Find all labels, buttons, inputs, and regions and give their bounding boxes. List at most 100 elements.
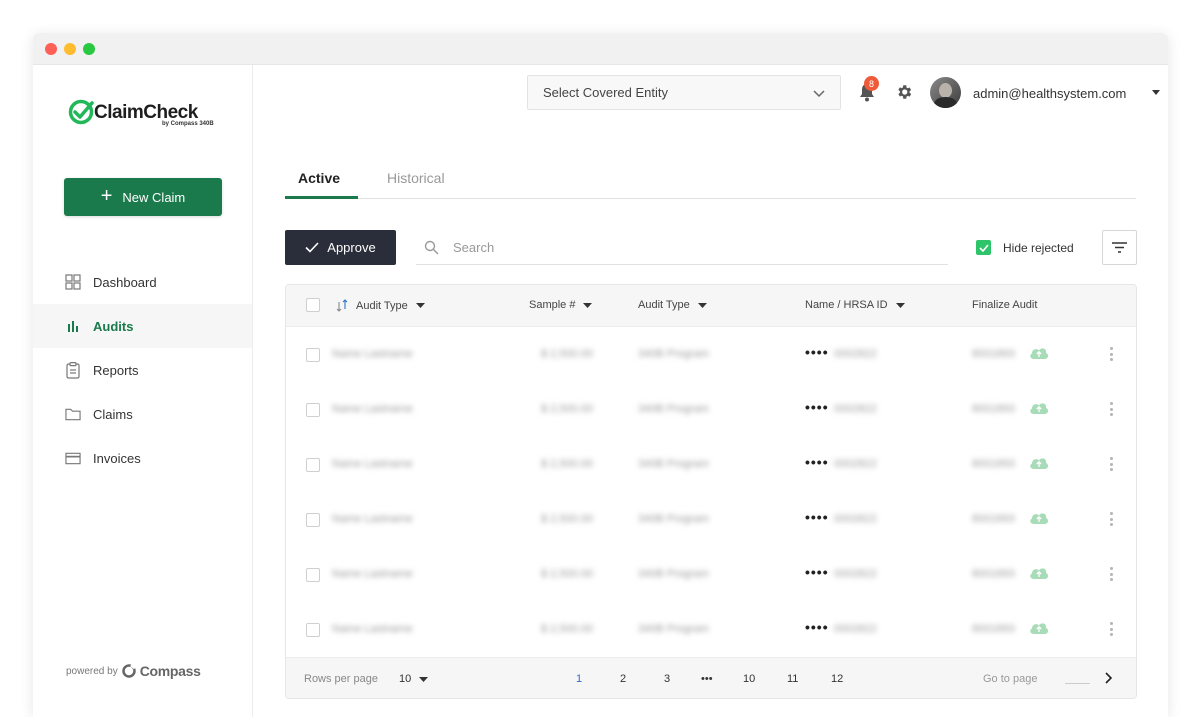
table-row[interactable]: Name Lastname $ 2,500.00 340B Program ••… (286, 327, 1136, 382)
column-audit-type[interactable]: Audit Type (336, 299, 425, 312)
hide-rejected-checkbox[interactable] (976, 240, 991, 255)
title-bar (33, 33, 1168, 65)
row-name: Name Lastname (332, 513, 413, 525)
rows-per-page-select[interactable]: 10 (399, 673, 429, 685)
row-checkbox[interactable] (306, 623, 320, 637)
clipboard-icon (65, 361, 81, 379)
caret-down-icon (895, 302, 905, 308)
tab-historical[interactable]: Historical (387, 170, 445, 186)
row-masked-name: •••• (805, 509, 829, 525)
go-to-page-input[interactable] (1065, 683, 1090, 684)
table-row[interactable]: Name Lastname $ 2,500.00 340B Program ••… (286, 437, 1136, 492)
table-row[interactable]: Name Lastname $ 2,500.00 340B Program ••… (286, 492, 1136, 547)
caret-down-icon (583, 302, 593, 308)
go-to-page-label: Go to page (983, 673, 1038, 685)
cloud-upload-icon[interactable] (1029, 511, 1049, 525)
page-button-3[interactable]: 3 (664, 673, 670, 685)
powered-by-footer: powered by Compass (66, 663, 201, 679)
row-more-menu[interactable] (1108, 402, 1114, 416)
row-hrsa-id: 0002822 (834, 348, 877, 360)
maximize-window-button[interactable] (83, 43, 95, 55)
caret-down-icon (697, 302, 707, 308)
row-more-menu[interactable] (1108, 347, 1114, 361)
close-window-button[interactable] (45, 43, 57, 55)
row-amount: $ 2,500.00 (541, 348, 593, 360)
row-checkbox[interactable] (306, 568, 320, 582)
table-row[interactable]: Name Lastname $ 2,500.00 340B Program ••… (286, 547, 1136, 602)
caret-down-icon (419, 676, 429, 682)
cloud-upload-icon[interactable] (1029, 566, 1049, 580)
row-audit-id: 8001893 (972, 513, 1015, 525)
row-amount: $ 2,500.00 (541, 513, 593, 525)
row-masked-name: •••• (805, 619, 829, 635)
chevron-down-icon (813, 90, 825, 98)
approve-button[interactable]: Approve (285, 230, 396, 265)
row-checkbox[interactable] (306, 458, 320, 472)
page-button-2[interactable]: 2 (620, 673, 626, 685)
caret-down-icon[interactable] (1151, 90, 1161, 96)
row-audit-id: 8001893 (972, 458, 1015, 470)
sidebar-item-reports[interactable]: Reports (33, 348, 252, 392)
tab-active[interactable]: Active (298, 170, 340, 186)
table-pagination: Rows per page 10 1 2 3 ••• 10 11 12 Go t… (286, 657, 1136, 698)
row-hrsa-id: 0002822 (834, 458, 877, 470)
page-button-10[interactable]: 10 (743, 673, 755, 685)
sidebar-item-invoices[interactable]: Invoices (33, 436, 252, 480)
row-name: Name Lastname (332, 348, 413, 360)
row-program: 340B Program (638, 403, 709, 415)
cloud-upload-icon[interactable] (1029, 346, 1049, 360)
row-more-menu[interactable] (1108, 512, 1114, 526)
page-button-12[interactable]: 12 (831, 673, 843, 685)
gear-icon[interactable] (895, 83, 913, 101)
app-window: ClaimCheck by Compass 340B + New Claim D… (33, 33, 1168, 717)
row-program: 340B Program (638, 623, 709, 635)
row-name: Name Lastname (332, 458, 413, 470)
row-more-menu[interactable] (1108, 622, 1114, 636)
row-more-menu[interactable] (1108, 457, 1114, 471)
cloud-upload-icon[interactable] (1029, 401, 1049, 415)
row-program: 340B Program (638, 458, 709, 470)
row-checkbox[interactable] (306, 348, 320, 362)
row-audit-id: 8001893 (972, 348, 1015, 360)
chevron-right-icon[interactable] (1103, 671, 1113, 685)
row-amount: $ 2,500.00 (541, 623, 593, 635)
table-row[interactable]: Name Lastname $ 2,500.00 340B Program ••… (286, 382, 1136, 437)
new-claim-button[interactable]: + New Claim (64, 178, 222, 216)
search-input[interactable]: Search (416, 230, 948, 265)
folder-icon (65, 406, 81, 422)
hide-rejected-label: Hide rejected (1003, 240, 1074, 255)
row-checkbox[interactable] (306, 403, 320, 417)
sidebar-item-dashboard[interactable]: Dashboard (33, 260, 252, 304)
sidebar-item-audits[interactable]: Audits (33, 304, 252, 348)
row-name: Name Lastname (332, 568, 413, 580)
cloud-upload-icon[interactable] (1029, 456, 1049, 470)
page-button-1[interactable]: 1 (576, 673, 582, 685)
claimcheck-logo[interactable]: ClaimCheck by Compass 340B (68, 99, 228, 129)
row-checkbox[interactable] (306, 513, 320, 527)
grid-icon (65, 274, 81, 290)
sidebar-item-label: Audits (93, 318, 134, 334)
select-all-checkbox[interactable] (306, 298, 320, 312)
hide-rejected-toggle[interactable]: Hide rejected (976, 240, 1074, 255)
column-name-hrsa[interactable]: Name / HRSA ID (805, 299, 905, 311)
covered-entity-select[interactable]: Select Covered Entity (527, 75, 841, 110)
minimize-window-button[interactable] (64, 43, 76, 55)
filter-button[interactable] (1102, 230, 1137, 265)
logo-subtext: by Compass 340B (162, 121, 214, 127)
sidebar-item-claims[interactable]: Claims (33, 392, 252, 436)
page-button-11[interactable]: 11 (787, 673, 798, 685)
page-ellipsis[interactable]: ••• (701, 673, 713, 685)
user-avatar[interactable] (930, 77, 961, 108)
search-placeholder: Search (453, 240, 495, 255)
row-amount: $ 2,500.00 (541, 568, 593, 580)
table-row[interactable]: Name Lastname $ 2,500.00 340B Program ••… (286, 602, 1136, 657)
row-more-menu[interactable] (1108, 567, 1114, 581)
column-sample[interactable]: Sample # (529, 299, 593, 311)
row-masked-name: •••• (805, 399, 829, 415)
row-name: Name Lastname (332, 403, 413, 415)
cloud-upload-icon[interactable] (1029, 621, 1049, 635)
column-audit-type-2[interactable]: Audit Type (638, 299, 707, 311)
column-label: Sample # (529, 299, 576, 311)
user-email[interactable]: admin@healthsystem.com (973, 86, 1126, 101)
new-claim-label: New Claim (122, 189, 186, 205)
